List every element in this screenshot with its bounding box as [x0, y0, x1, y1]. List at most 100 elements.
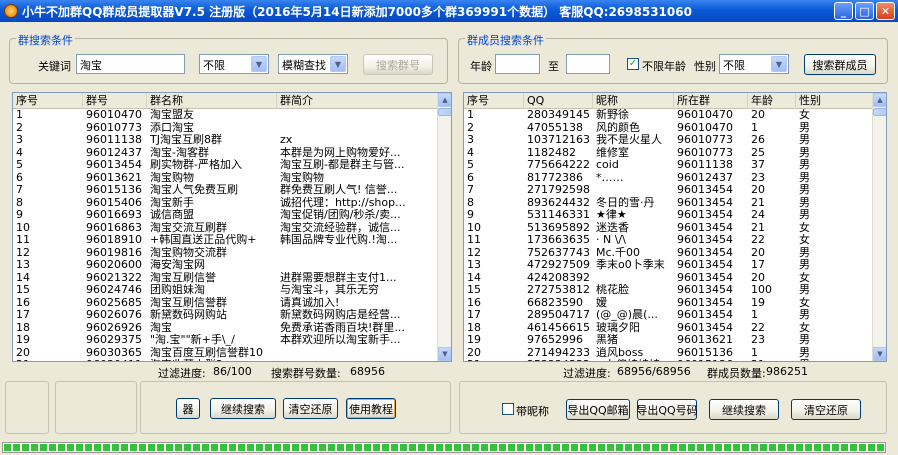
table-row[interactable]: 4 96012437 淘宝-淘客群 本群是为网上购物爱好... [13, 147, 439, 160]
group-table[interactable]: 序号 群号 群名称 群简介 1 96010470 淘宝盟友 2 96010773 添口淘宝… [12, 92, 452, 362]
table-row[interactable]: 1 96010470 淘宝盟友 [13, 109, 439, 122]
scroll-up-icon[interactable]: ▲ [873, 93, 886, 107]
table-row[interactable]: 9 531146331 ★律★ 96013454 24 男 [464, 209, 874, 222]
table-cell: 本群是为网上购物爱好... [280, 146, 401, 159]
unlimited-age-checkbox[interactable]: ✓ [627, 58, 639, 70]
column-header[interactable]: 序号 [464, 93, 524, 109]
member-continue-search-button[interactable]: 继续搜索 [709, 399, 779, 420]
table-cell: 7 [16, 184, 23, 196]
table-cell: 季末o0卜季末 [596, 259, 665, 271]
table-cell: 男 [799, 246, 810, 259]
continue-search-button[interactable]: 继续搜索 [210, 398, 276, 419]
table-row[interactable]: 5 96013454 刷实物群-严格加入 淘宝互刷-都是群主与管... [13, 159, 439, 172]
age-from-input[interactable] [495, 54, 540, 74]
table-cell: 21 [751, 196, 765, 209]
member-table-scrollbar[interactable]: ▲ ▼ [872, 93, 886, 361]
table-row[interactable]: 16 66823590 嫒 96013454 19 女 [464, 297, 874, 310]
table-row[interactable]: 4 1182482 维修室 96010773 25 男 [464, 147, 874, 160]
table-row[interactable]: 15 96024746 团购姐妹淘 与淘宝斗，其乐无穷 [13, 284, 439, 297]
filter-select[interactable]: 不限 ▼ [199, 54, 269, 74]
group-progress-value: 86/100 [213, 365, 252, 378]
table-row[interactable]: 18 461456615 玻璃夕阳 96013454 22 女 [464, 322, 874, 335]
table-row[interactable]: 12 752637743 Mc.千00 96013454 20 男 [464, 247, 874, 260]
search-group-button[interactable]: 搜索群号 [363, 54, 433, 75]
column-header[interactable]: 群名称 [147, 93, 277, 109]
table-row[interactable]: 17 289504717 (@_@)晨(... 96013454 1 男 [464, 309, 874, 322]
close-button[interactable]: ✕ [876, 2, 895, 20]
table-row[interactable]: 6 96013621 淘宝购物 淘宝购物 [13, 172, 439, 185]
age-to-input[interactable] [566, 54, 610, 74]
table-row[interactable]: 19 97652996 黑猪 96013621 23 男 [464, 334, 874, 347]
column-header[interactable]: 年龄 [748, 93, 796, 109]
column-header[interactable]: 昵称 [593, 93, 674, 109]
column-header[interactable]: QQ [524, 93, 593, 109]
table-row[interactable]: 7 96015136 淘宝人气免费互刷 群免费互刷人气! 信誉... [13, 184, 439, 197]
table-cell: 女 [799, 271, 810, 284]
table-cell: 103712163 [527, 134, 590, 146]
table-row[interactable]: 11 96018910 +韩国直送正品代购+ 韩国品牌专业代购.!淘... [13, 234, 439, 247]
column-header[interactable]: 群简介 [277, 93, 439, 109]
column-header[interactable]: 所在群 [674, 93, 748, 109]
export-email-button[interactable]: 导出QQ邮箱 [566, 399, 630, 420]
table-row[interactable]: 3 103712163 我不是火星人 96010773 26 男 [464, 134, 874, 147]
table-cell: 男 [799, 309, 810, 321]
table-row[interactable]: 8 893624432 冬日的雪·丹 96013454 21 男 [464, 197, 874, 210]
table-row[interactable]: 20 271494233 逍风boss 96015136 1 男 [464, 347, 874, 360]
column-header[interactable]: 性别 [796, 93, 874, 109]
column-header[interactable]: 序号 [13, 93, 83, 109]
table-row[interactable]: 10 513695892 迷迭香 96013454 21 女 [464, 222, 874, 235]
member-table[interactable]: 序号 QQ 昵称 所在群 年龄 性别 1 280349145 新野徐 96010470… [463, 92, 887, 362]
table-row[interactable]: 2 96010773 添口淘宝 [13, 122, 439, 135]
table-cell: 15 [16, 284, 30, 296]
table-row[interactable]: 2 47055138 风的颜色 96010470 1 男 [464, 122, 874, 135]
table-cell: 18 [16, 321, 30, 334]
table-row[interactable]: 15 272753812 桃花脸 96013454 100 男 [464, 284, 874, 297]
table-row[interactable]: 13 472927509 季末o0卜季末 96013454 17 男 [464, 259, 874, 272]
table-row[interactable]: 8 96015406 淘宝新手 诚招代理：http://shop... [13, 197, 439, 210]
table-row[interactable]: 3 96011138 TJ淘宝互刷8群 zx [13, 134, 439, 147]
table-cell: 96013454 [677, 209, 733, 221]
partial-button[interactable]: 器 [176, 398, 200, 419]
table-row[interactable]: 20 96030365 淘宝百度互刷信誉群10 [13, 347, 439, 360]
table-cell: 男 [799, 159, 810, 171]
table-row[interactable]: 9 96016693 诚信商盟 淘宝促销/团购/秒杀/卖... [13, 209, 439, 222]
table-row[interactable]: 14 424208392 96013454 20 女 [464, 272, 874, 285]
table-row[interactable]: 18 96026926 淘宝 免费承诺香雨百块!群里... [13, 322, 439, 335]
include-nickname-checkbox[interactable] [502, 403, 514, 415]
table-row[interactable]: 14 96021322 淘宝互刷信誉 进群需要想群主支付1... [13, 272, 439, 285]
scroll-up-icon[interactable]: ▲ [438, 93, 451, 107]
table-row[interactable]: 11 173663635 · N \/\ 96013454 22 女 [464, 234, 874, 247]
scroll-down-icon[interactable]: ▼ [438, 347, 451, 361]
scroll-down-icon[interactable]: ▼ [873, 347, 886, 361]
table-row[interactable]: 13 96020600 海安淘宝网 [13, 259, 439, 272]
table-cell: 韩国品牌专业代购.!淘... [280, 234, 398, 246]
clear-reset-button[interactable]: 清空还原 [283, 398, 338, 419]
table-row[interactable]: 19 96029375 "淘.宝""新+手\_/ 本群欢迎所以淘宝新手... [13, 334, 439, 347]
table-row[interactable]: 16 96025685 淘宝互刷信誉群 请真诚加入! [13, 297, 439, 310]
table-row[interactable]: 5 775664222 coid 96011138 37 男 [464, 159, 874, 172]
group-count-label: 搜索群号数量: [271, 367, 341, 380]
table-row[interactable]: 2196030411淘宝收藏大群2 [13, 359, 439, 361]
group-table-scrollbar[interactable]: ▲ ▼ [437, 93, 451, 361]
export-qq-button[interactable]: 导出QQ号码 [636, 399, 698, 420]
column-header[interactable]: 群号 [83, 93, 147, 109]
table-row[interactable]: 17 96026076 新黛数码网购站 新黛数码网购店是经营... [13, 309, 439, 322]
maximize-button[interactable]: □ [855, 2, 874, 20]
table-cell: 淘宝交流经验群，诚信... [280, 221, 401, 234]
table-row[interactable]: 10 96016863 淘宝交流互刷群 淘宝交流经验群，诚信... [13, 222, 439, 235]
minimize-button[interactable]: _ [834, 2, 853, 20]
tutorial-button[interactable]: 使用教程 [346, 398, 396, 419]
table-row[interactable]: 1 280349145 新野徐 96010470 20 女 [464, 109, 874, 122]
table-row[interactable]: 7 271792598 96013454 20 男 [464, 184, 874, 197]
scroll-thumb[interactable] [873, 108, 886, 116]
table-row[interactable]: 6 81772386 *…… 96012437 23 男 [464, 172, 874, 185]
table-row[interactable]: 12 96019816 淘宝购物交流群 [13, 247, 439, 260]
search-members-button[interactable]: 搜索群成员 [804, 54, 876, 75]
search-mode-select[interactable]: 模糊查找 ▼ [278, 54, 348, 74]
scroll-thumb[interactable] [438, 108, 451, 116]
table-row[interactable]: 21252224332~卜傻娃娃娃9601513621男 [464, 359, 874, 361]
member-clear-reset-button[interactable]: 清空还原 [791, 399, 861, 420]
keyword-input[interactable]: 淘宝 [76, 54, 185, 74]
gender-select[interactable]: 不限 ▼ [719, 54, 789, 74]
table-cell: 289504717 [527, 309, 590, 321]
